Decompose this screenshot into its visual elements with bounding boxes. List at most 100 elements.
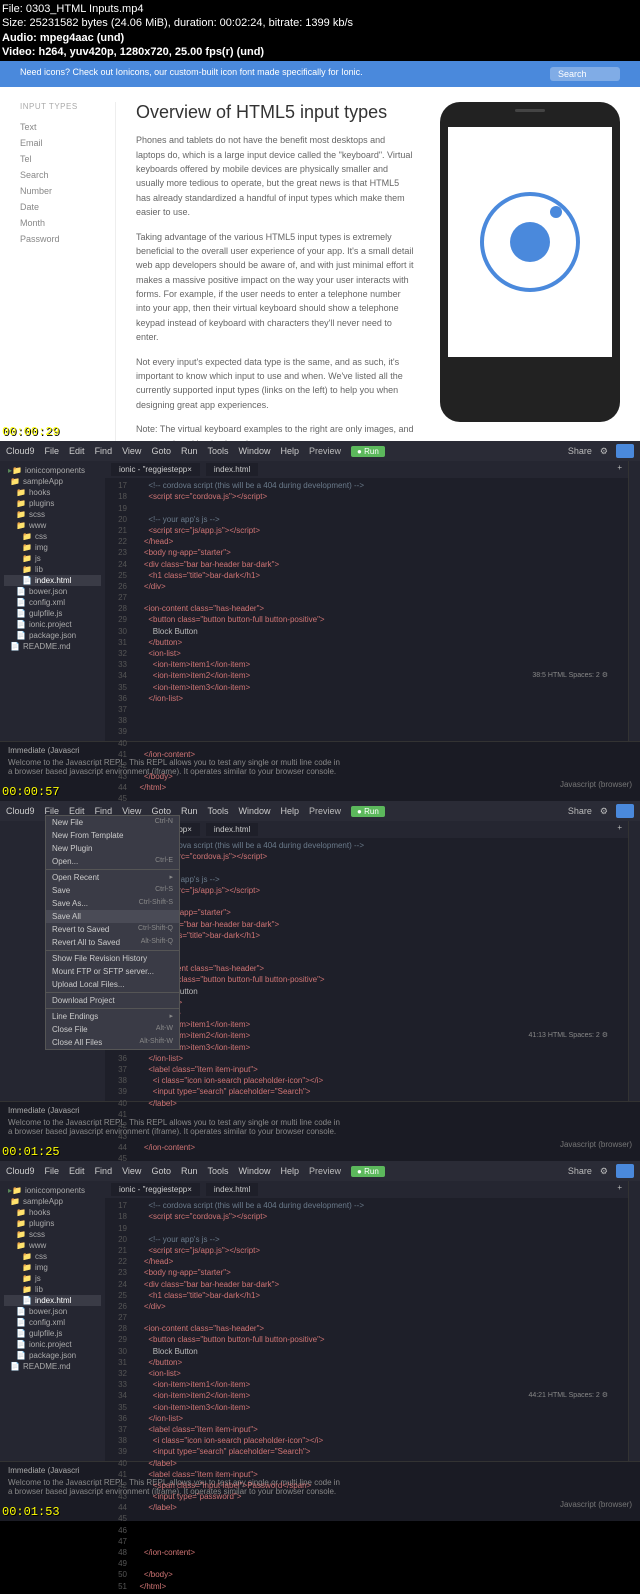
search-input[interactable]: Search: [550, 67, 620, 81]
menu-item[interactable]: Open Recent▸: [46, 871, 179, 884]
sidebar-item[interactable]: Number: [20, 183, 90, 199]
menu-item[interactable]: Upload Local Files...: [46, 978, 179, 991]
menu-item[interactable]: Mount FTP or SFTP server...: [46, 965, 179, 978]
cloud-icon[interactable]: [616, 804, 634, 818]
menu-item[interactable]: Save All: [46, 910, 179, 923]
menu-item[interactable]: Open...Ctrl-E: [46, 855, 179, 868]
tree-item[interactable]: 📄 bower.json: [4, 1306, 101, 1317]
preview-label[interactable]: Preview: [309, 1166, 341, 1176]
menu-view[interactable]: View: [122, 1166, 141, 1176]
tree-item[interactable]: 📁 sampleApp: [4, 476, 101, 487]
tree-root[interactable]: ▸📁 ioniccomponents: [4, 1185, 101, 1196]
menu-run[interactable]: Run: [181, 446, 198, 456]
code-area[interactable]: 17 <!-- cordova script (this will be a 4…: [105, 838, 628, 1189]
menu-find[interactable]: Find: [95, 446, 113, 456]
menu-item[interactable]: Show File Revision History: [46, 952, 179, 965]
menu-goto[interactable]: Goto: [151, 446, 171, 456]
menu-help[interactable]: Help: [281, 446, 300, 456]
add-tab-icon[interactable]: +: [617, 463, 622, 476]
code-area[interactable]: 17 <!-- cordova script (this will be a 4…: [105, 478, 628, 806]
editor-tab[interactable]: index.html: [206, 823, 258, 836]
tree-item[interactable]: 📁 scss: [4, 509, 101, 520]
tree-item[interactable]: 📄 ionic.project: [4, 619, 101, 630]
sidebar-item[interactable]: Text: [20, 119, 90, 135]
tree-item[interactable]: 📁 lib: [4, 1284, 101, 1295]
tree-item[interactable]: 📄 package.json: [4, 1350, 101, 1361]
tree-item[interactable]: 📁 js: [4, 1273, 101, 1284]
tree-item[interactable]: 📁 sampleApp: [4, 1196, 101, 1207]
menu-edit[interactable]: Edit: [69, 1166, 85, 1176]
menu-help[interactable]: Help: [281, 806, 300, 816]
tree-item[interactable]: 📁 img: [4, 542, 101, 553]
menu-view[interactable]: View: [122, 446, 141, 456]
tree-item[interactable]: 📁 hooks: [4, 1207, 101, 1218]
menu-item[interactable]: Close FileAlt-W: [46, 1023, 179, 1036]
menu-window[interactable]: Window: [238, 806, 270, 816]
menu-item[interactable]: New FileCtrl-N: [46, 816, 179, 829]
tree-item[interactable]: 📁 img: [4, 1262, 101, 1273]
tree-item[interactable]: 📁 js: [4, 553, 101, 564]
tree-item[interactable]: 📁 scss: [4, 1229, 101, 1240]
share-button[interactable]: Share: [568, 806, 592, 816]
cloud-icon[interactable]: [616, 1164, 634, 1178]
cloud-icon[interactable]: [616, 444, 634, 458]
menu-run[interactable]: Run: [181, 1166, 198, 1176]
run-button[interactable]: ● Run: [351, 1166, 385, 1177]
menu-window[interactable]: Window: [238, 446, 270, 456]
tree-item[interactable]: 📄 config.xml: [4, 597, 101, 608]
tree-item[interactable]: 📄 gulpfile.js: [4, 608, 101, 619]
preview-label[interactable]: Preview: [309, 446, 341, 456]
tree-item[interactable]: 📄 README.md: [4, 641, 101, 652]
menu-find[interactable]: Find: [95, 1166, 113, 1176]
menu-item[interactable]: Save As...Ctrl-Shift-S: [46, 897, 179, 910]
menu-run[interactable]: Run: [181, 806, 198, 816]
sidebar-item[interactable]: Month: [20, 215, 90, 231]
tree-item[interactable]: 📁 css: [4, 531, 101, 542]
tree-item[interactable]: 📄 README.md: [4, 1361, 101, 1372]
menu-item[interactable]: Revert All to SavedAlt-Shift-Q: [46, 936, 179, 949]
share-button[interactable]: Share: [568, 446, 592, 456]
menu-item[interactable]: New Plugin: [46, 842, 179, 855]
menu-item[interactable]: Download Project: [46, 994, 179, 1007]
menu-goto[interactable]: Goto: [151, 1166, 171, 1176]
menu-help[interactable]: Help: [281, 1166, 300, 1176]
editor-tab[interactable]: ionic - "reggiestepp×: [111, 463, 200, 476]
editor-tab[interactable]: index.html: [206, 463, 258, 476]
editor-tab[interactable]: index.html: [206, 1183, 258, 1196]
sidebar-item[interactable]: Email: [20, 135, 90, 151]
menu-item[interactable]: New From Template: [46, 829, 179, 842]
tree-item[interactable]: 📁 plugins: [4, 498, 101, 509]
tree-item[interactable]: 📄 gulpfile.js: [4, 1328, 101, 1339]
menu-file[interactable]: File: [45, 1166, 60, 1176]
gear-icon[interactable]: ⚙: [600, 446, 608, 457]
run-button[interactable]: ● Run: [351, 806, 385, 817]
menu-edit[interactable]: Edit: [69, 446, 85, 456]
tree-item[interactable]: 📄 ionic.project: [4, 1339, 101, 1350]
tree-root[interactable]: ▸📁 ioniccomponents: [4, 465, 101, 476]
menu-cloud9[interactable]: Cloud9: [6, 446, 35, 456]
tree-item[interactable]: 📁 www: [4, 1240, 101, 1251]
tree-item[interactable]: 📁 www: [4, 520, 101, 531]
menu-item[interactable]: Revert to SavedCtrl-Shift-Q: [46, 923, 179, 936]
menu-tools[interactable]: Tools: [207, 806, 228, 816]
tree-item[interactable]: 📁 lib: [4, 564, 101, 575]
add-tab-icon[interactable]: +: [617, 823, 622, 836]
add-tab-icon[interactable]: +: [617, 1183, 622, 1196]
menu-cloud9[interactable]: Cloud9: [6, 1166, 35, 1176]
menu-item[interactable]: Line Endings▸: [46, 1010, 179, 1023]
tree-item[interactable]: 📄 package.json: [4, 630, 101, 641]
tree-item[interactable]: 📄 index.html: [4, 1295, 101, 1306]
run-button[interactable]: ● Run: [351, 446, 385, 457]
preview-label[interactable]: Preview: [309, 806, 341, 816]
gear-icon[interactable]: ⚙: [600, 806, 608, 817]
menu-cloud9[interactable]: Cloud9: [6, 806, 35, 816]
menu-tools[interactable]: Tools: [207, 1166, 228, 1176]
sidebar-item[interactable]: Password: [20, 231, 90, 247]
tree-item[interactable]: 📄 config.xml: [4, 1317, 101, 1328]
share-button[interactable]: Share: [568, 1166, 592, 1176]
tree-item[interactable]: 📄 bower.json: [4, 586, 101, 597]
menu-item[interactable]: Close All FilesAlt-Shift-W: [46, 1036, 179, 1049]
tree-item[interactable]: 📁 css: [4, 1251, 101, 1262]
sidebar-item[interactable]: Search: [20, 167, 90, 183]
editor-tab[interactable]: ionic - "reggiestepp×: [111, 1183, 200, 1196]
